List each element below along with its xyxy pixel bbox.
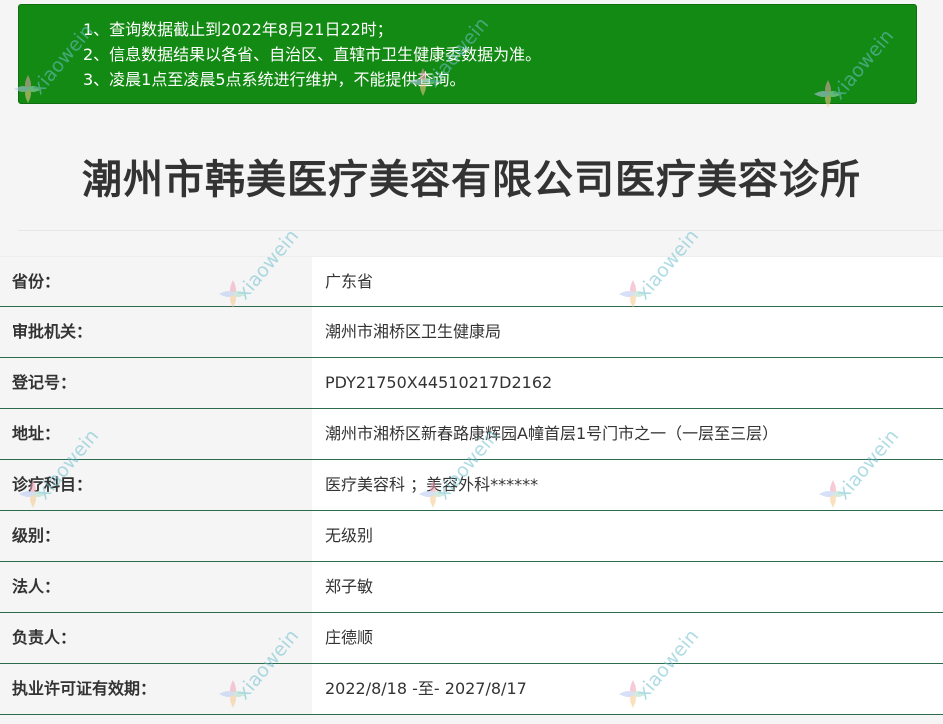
page-title: 潮州市韩美医疗美容有限公司医疗美容诊所 [82, 157, 861, 203]
notice-line-3: 3、凌晨1点至凌晨5点系统进行维护，不能提供查询。 [83, 70, 466, 89]
row-label: 登记号： [0, 358, 312, 408]
notice-line-2: 2、信息数据结果以各省、自治区、直辖市卫生健康委数据为准。 [83, 45, 542, 64]
row-label: 省份： [0, 257, 312, 306]
row-label: 执业许可证有效期： [0, 664, 312, 714]
row-label: 诊疗科目： [0, 460, 312, 510]
notice-banner: 1、查询数据截止到2022年8月21日22时； 2、信息数据结果以各省、自治区、… [18, 4, 917, 104]
row-value: 无级别 [312, 511, 943, 561]
table-row-license-validity: 执业许可证有效期： 2022/8/18 -至- 2027/8/17 [0, 664, 943, 715]
row-label: 法人： [0, 562, 312, 612]
title-divider [18, 230, 943, 231]
table-row-approval-authority: 审批机关： 潮州市湘桥区卫生健康局 [0, 307, 943, 358]
table-row-province: 省份： 广东省 [0, 256, 943, 307]
row-value: 郑子敏 [312, 562, 943, 612]
row-label: 负责人： [0, 613, 312, 663]
table-row-person-in-charge: 负责人： 庄德顺 [0, 613, 943, 664]
row-value: 潮州市湘桥区新春路康辉园A幢首层1号门市之一（一层至三层） [312, 409, 943, 459]
row-label: 审批机关： [0, 307, 312, 357]
row-value: 医疗美容科 ；美容外科****** [312, 460, 943, 510]
row-value: 庄德顺 [312, 613, 943, 663]
row-label: 地址： [0, 409, 312, 459]
institution-info-table: 省份： 广东省 审批机关： 潮州市湘桥区卫生健康局 登记号： PDY21750X… [0, 256, 943, 715]
notice-line-1: 1、查询数据截止到2022年8月21日22时； [83, 20, 393, 39]
row-label: 级别： [0, 511, 312, 561]
table-row-address: 地址： 潮州市湘桥区新春路康辉园A幢首层1号门市之一（一层至三层） [0, 409, 943, 460]
row-value: 2022/8/18 -至- 2027/8/17 [312, 664, 943, 714]
row-value: PDY21750X44510217D2162 [312, 358, 943, 408]
row-value: 广东省 [312, 257, 943, 306]
table-row-level: 级别： 无级别 [0, 511, 943, 562]
row-value: 潮州市湘桥区卫生健康局 [312, 307, 943, 357]
table-row-legal-person: 法人： 郑子敏 [0, 562, 943, 613]
table-row-departments: 诊疗科目： 医疗美容科 ；美容外科****** [0, 460, 943, 511]
table-row-registration-no: 登记号： PDY21750X44510217D2162 [0, 358, 943, 409]
